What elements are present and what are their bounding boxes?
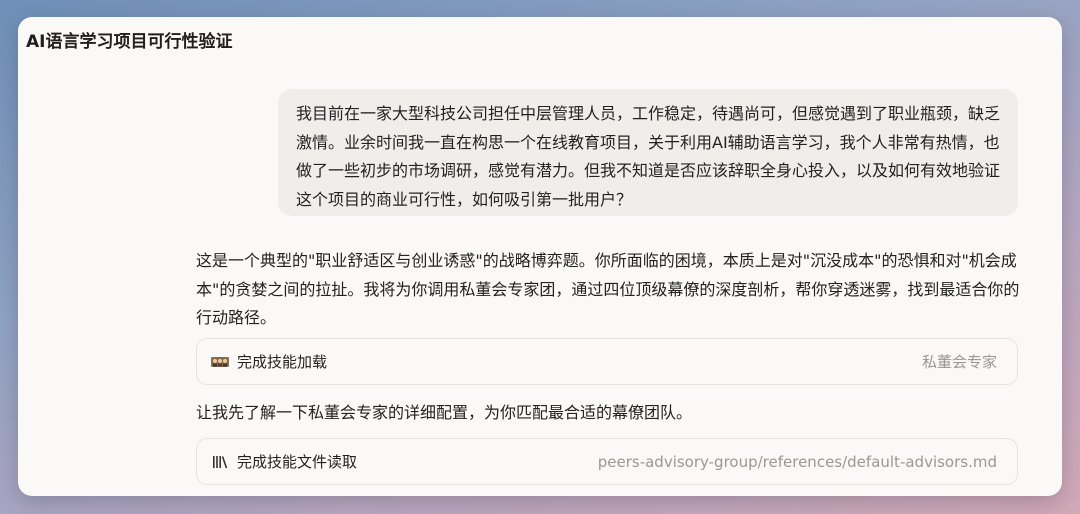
library-icon <box>211 453 229 471</box>
conversation-title: AI语言学习项目可行性验证 <box>26 32 233 52</box>
assistant-message-intro: 这是一个典型的"职业舒适区与创业诱惑"的战略博弈题。你所面临的困境，本质上是对"… <box>196 251 1020 327</box>
user-message: 我目前在一家大型科技公司担任中层管理人员，工作稳定，待遇尚可，但感觉遇到了职业瓶… <box>278 89 1018 216</box>
tool-card-file-read[interactable]: 完成技能文件读取 peers-advisory-group/references… <box>196 438 1018 485</box>
tool-card-label: 完成技能文件读取 <box>237 453 358 471</box>
tool-card-file-path: peers-advisory-group/references/default-… <box>597 452 997 471</box>
team-avatars-icon <box>211 353 229 371</box>
chat-window: AI语言学习项目可行性验证 我目前在一家大型科技公司担任中层管理人员，工作稳定，… <box>18 17 1062 496</box>
assistant-message-followup: 让我先了解一下私董会专家的详细配置，为你匹配最合适的幕僚团队。 <box>196 403 693 422</box>
tool-card-detail: 私董会专家 <box>921 353 997 371</box>
tool-card-skill-load[interactable]: 完成技能加载 私董会专家 <box>196 338 1018 385</box>
tool-card-label: 完成技能加载 <box>237 353 328 371</box>
